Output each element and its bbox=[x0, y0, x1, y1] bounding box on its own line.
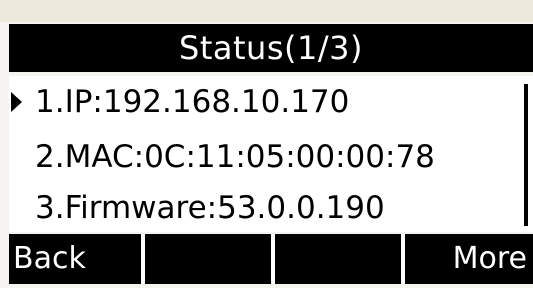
softkey-2[interactable] bbox=[145, 234, 271, 284]
list-item-firmware[interactable]: 3.Firmware:53.0.0.190 bbox=[9, 184, 519, 232]
scrollbar[interactable] bbox=[519, 76, 533, 232]
list-item-mac[interactable]: 2.MAC:0C:11:05:00:00:78 bbox=[9, 133, 519, 181]
list-item-label: 2.MAC:0C:11:05:00:00:78 bbox=[35, 139, 435, 175]
list-item-label: 1.IP:192.168.10.170 bbox=[35, 84, 350, 120]
softkey-bar: Back More bbox=[9, 234, 533, 284]
window-top-strip bbox=[0, 0, 533, 22]
list-item-ip[interactable]: 1.IP:192.168.10.170 bbox=[9, 78, 519, 126]
screen-title: Status(1/3) bbox=[9, 24, 533, 72]
status-list: 1.IP:192.168.10.170 2.MAC:0C:11:05:00:00… bbox=[9, 76, 519, 232]
list-item-label: 3.Firmware:53.0.0.190 bbox=[35, 190, 385, 226]
more-softkey[interactable]: More bbox=[405, 234, 533, 284]
softkey-3[interactable] bbox=[275, 234, 401, 284]
selection-arrow-icon bbox=[11, 92, 22, 112]
back-softkey[interactable]: Back bbox=[9, 234, 141, 284]
scrollbar-thumb[interactable] bbox=[524, 84, 528, 226]
